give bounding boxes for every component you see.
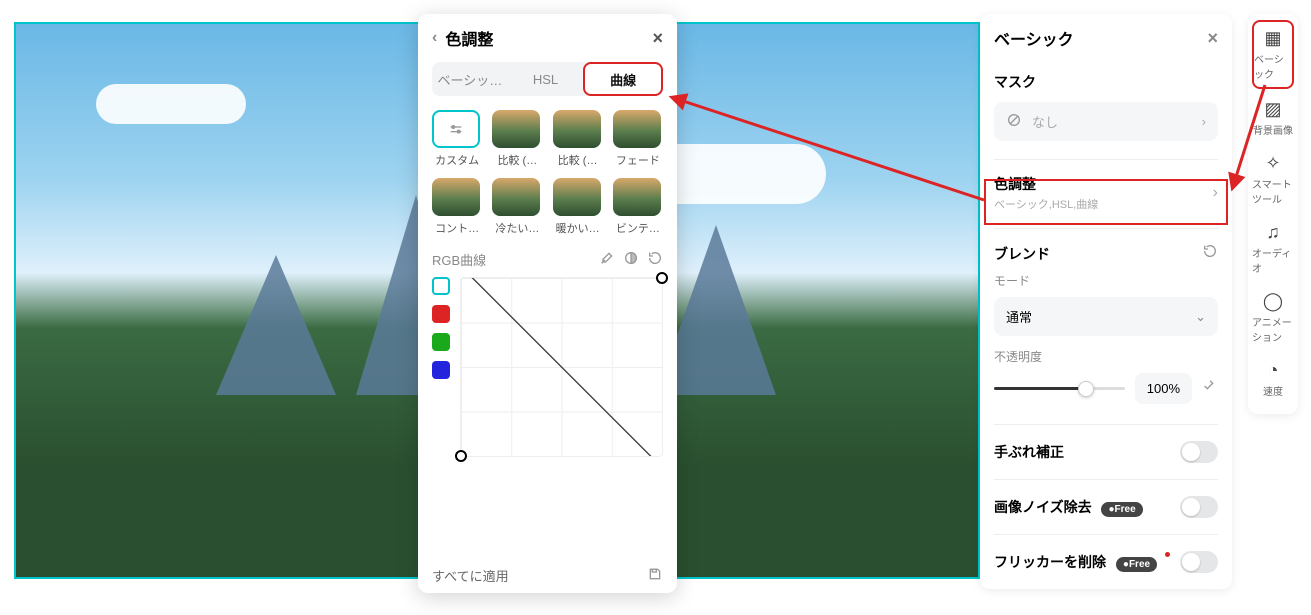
preset-label: 比較 (… xyxy=(558,155,598,167)
free-badge: ●Free xyxy=(1116,557,1157,572)
preset-label: 比較 (… xyxy=(498,155,538,167)
blend-mode-select[interactable]: 通常 ⌄ xyxy=(994,297,1218,336)
channel-red[interactable] xyxy=(432,305,450,323)
free-badge: ●Free xyxy=(1101,502,1142,517)
curve-label: RGB曲線 xyxy=(432,250,486,269)
curve-editor[interactable] xyxy=(460,277,663,457)
rail-basic[interactable]: ▦ ベーシック xyxy=(1252,20,1294,89)
channel-rgb[interactable] xyxy=(432,277,450,295)
color-adjust-popup: ‹ 色調整 × ベーシッ… HSL 曲線 カスタム 比較 (… 比較 (… フェ… xyxy=(418,14,677,593)
close-icon[interactable]: × xyxy=(652,28,663,49)
chevron-right-icon: › xyxy=(1202,114,1206,129)
gauge-icon: ◔ xyxy=(1268,360,1279,381)
curve-knob-high[interactable] xyxy=(656,272,668,284)
chevron-right-icon: › xyxy=(1213,184,1218,202)
rail-label: オーディオ xyxy=(1252,245,1294,275)
popup-tabs: ベーシッ… HSL 曲線 xyxy=(432,62,663,96)
flicker-toggle[interactable] xyxy=(1180,551,1218,573)
rail-label: ベーシック xyxy=(1254,51,1292,81)
preset-custom[interactable]: カスタム xyxy=(432,110,482,168)
chevron-down-icon: ⌄ xyxy=(1195,309,1206,325)
reset-icon[interactable] xyxy=(1202,243,1218,264)
panel-title: ベーシック xyxy=(994,26,1074,50)
preset-item[interactable]: 比較 (… xyxy=(492,110,542,168)
denoise-toggle[interactable] xyxy=(1180,496,1218,518)
preset-label: ビンテ… xyxy=(616,223,660,235)
eyedropper-icon[interactable] xyxy=(599,250,615,269)
save-preset-icon[interactable] xyxy=(647,566,663,585)
channel-green[interactable] xyxy=(432,333,450,351)
denoise-label: 画像ノイズ除去 xyxy=(994,499,1092,515)
preset-label: 暖かい… xyxy=(556,223,600,235)
none-icon xyxy=(1006,112,1022,131)
music-icon: ♫ xyxy=(1266,222,1280,243)
rail-speed[interactable]: ◔ 速度 xyxy=(1252,354,1294,404)
opacity-value[interactable]: 100% xyxy=(1135,373,1192,404)
preset-item[interactable]: 暖かい… xyxy=(553,178,603,236)
mask-selector[interactable]: なし › xyxy=(994,102,1218,141)
blend-mode-label: モード xyxy=(994,272,1218,289)
mountain-shape xyxy=(216,255,336,395)
preset-label: コント… xyxy=(435,223,479,235)
reset-icon[interactable] xyxy=(647,250,663,269)
channel-blue[interactable] xyxy=(432,361,450,379)
curve-line xyxy=(461,278,662,456)
rail-anim[interactable]: ◯ アニメーション xyxy=(1252,285,1294,350)
rail-label: 速度 xyxy=(1263,383,1283,398)
preset-item[interactable]: 比較 (… xyxy=(553,110,603,168)
preset-item[interactable]: ビンテ… xyxy=(613,178,663,236)
preset-label: フェード xyxy=(616,155,660,167)
preset-item[interactable]: 冷たい… xyxy=(492,178,542,236)
opacity-slider[interactable] xyxy=(994,387,1125,390)
stabilize-toggle[interactable] xyxy=(1180,441,1218,463)
preset-label: カスタム xyxy=(435,155,479,167)
tab-curves[interactable]: 曲線 xyxy=(583,62,663,96)
rail-label: アニメーション xyxy=(1252,314,1294,344)
blend-mode-value: 通常 xyxy=(1006,307,1032,326)
tab-basic[interactable]: ベーシッ… xyxy=(432,62,508,96)
back-icon[interactable]: ‹ xyxy=(432,29,437,47)
curve-knob-low[interactable] xyxy=(455,450,467,462)
mask-value: なし xyxy=(1032,112,1058,131)
preset-grid: カスタム 比較 (… 比較 (… フェード コント… 冷たい… 暖かい… ビンテ… xyxy=(432,110,663,236)
color-adjust-row[interactable]: 色調整 ベーシック,HSL,曲線 › xyxy=(994,159,1218,226)
close-icon[interactable]: × xyxy=(1207,28,1218,49)
rail-label: スマートツール xyxy=(1252,176,1294,206)
color-adjust-subtitle: ベーシック,HSL,曲線 xyxy=(994,196,1098,212)
popup-title: 色調整 xyxy=(445,26,493,50)
mask-title: マスク xyxy=(994,72,1218,92)
stabilize-label: 手ぶれ補正 xyxy=(994,442,1064,462)
basic-panel: ベーシック × マスク なし › 色調整 ベーシック,HSL,曲線 › ブレンド… xyxy=(980,14,1232,589)
preset-item[interactable]: フェード xyxy=(613,110,663,168)
preset-label: 冷たい… xyxy=(495,223,539,235)
flicker-label: フリッカーを削除 xyxy=(994,554,1106,570)
opacity-label: 不透明度 xyxy=(994,348,1218,365)
preset-item[interactable]: コント… xyxy=(432,178,482,236)
apply-all-label[interactable]: すべてに適用 xyxy=(432,566,509,585)
reset-icon[interactable] xyxy=(1202,378,1218,399)
layout-icon: ▦ xyxy=(1264,28,1281,49)
magic-icon: ✧ xyxy=(1265,153,1280,174)
cloud-shape xyxy=(96,84,246,124)
rail-audio[interactable]: ♫ オーディオ xyxy=(1252,216,1294,281)
blend-title: ブレンド xyxy=(994,244,1050,264)
rail-bg[interactable]: ▨ 背景画像 xyxy=(1252,93,1294,143)
image-icon: ▨ xyxy=(1264,99,1281,120)
motion-icon: ◯ xyxy=(1263,291,1283,312)
rail-smart[interactable]: ✧ スマートツール xyxy=(1252,147,1294,212)
rail-label: 背景画像 xyxy=(1253,122,1293,137)
color-adjust-title: 色調整 xyxy=(994,174,1098,194)
new-dot-icon xyxy=(1165,552,1170,557)
tab-hsl[interactable]: HSL xyxy=(508,62,584,96)
side-rail: ▦ ベーシック ▨ 背景画像 ✧ スマートツール ♫ オーディオ ◯ アニメーシ… xyxy=(1248,14,1298,414)
contrast-icon[interactable] xyxy=(623,250,639,269)
